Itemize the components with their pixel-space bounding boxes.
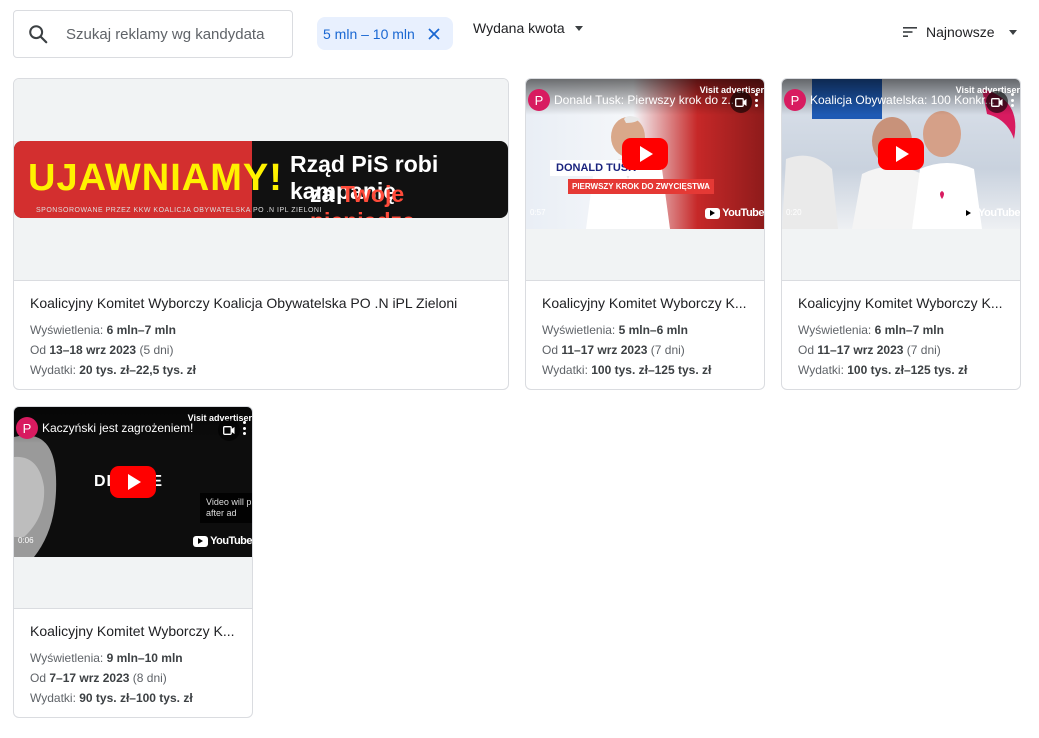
ad-card[interactable]: DONALD TUSK PIERWSZY KROK DO ZWYCIĘSTWA … [525,78,765,390]
youtube-logo[interactable]: YouTube [961,207,1020,219]
ad-banner: UJAWNIAMY! Rząd PiS robi kampanię za Two… [14,141,508,218]
camera-icon[interactable] [986,91,1008,113]
banner-headline: UJAWNIAMY! [28,157,283,199]
ad-info: Koalicyjny Komitet Wyborczy K... Wyświet… [30,623,240,708]
ad-spend: Wydatki: 100 tys. zł–125 tys. zł [798,363,968,377]
ad-dates: Od 11–17 wrz 2023 (7 dni) [798,343,941,357]
ad-video[interactable]: P Koalicja Obywatelska: 100 Konkr... Vis… [782,79,1020,281]
ad-title[interactable]: Koalicyjny Komitet Wyborczy Koalicja Oby… [30,295,496,311]
banner-line2: za Twoje pieniądze [310,181,415,218]
video-title[interactable]: Koalicja Obywatelska: 100 Konkr... [810,93,994,107]
spend-dropdown-label: Wydana kwota [473,20,565,36]
filter-chip-range[interactable]: 5 mln – 10 mln [317,17,453,50]
ad-views: Wyświetlenia: 9 mln–10 mln [30,651,183,665]
sort-icon [903,24,917,40]
search-box[interactable] [13,10,293,58]
play-button[interactable] [622,138,668,170]
video-title[interactable]: Kaczyński jest zagrożeniem! [42,421,226,435]
ad-title[interactable]: Koalicyjny Komitet Wyborczy K... [542,295,752,311]
ad-info: Koalicyjny Komitet Wyborczy K... Wyświet… [542,295,752,380]
channel-avatar[interactable]: P [16,417,38,439]
ad-spend: Wydatki: 100 tys. zł–125 tys. zł [542,363,712,377]
ad-video[interactable]: DL BIE Video will playafter ad P Kaczyńs… [14,407,252,609]
video-time: 0:57 [530,208,546,217]
ad-dates: Od 11–17 wrz 2023 (7 dni) [542,343,685,357]
more-vert-icon[interactable] [1011,93,1014,107]
ad-dates: Od 13–18 wrz 2023 (5 dni) [30,343,174,357]
ad-title[interactable]: Koalicyjny Komitet Wyborczy K... [30,623,240,639]
chevron-down-icon [574,25,583,31]
filter-chip-label: 5 mln – 10 mln [323,25,415,42]
ad-info: Koalicyjny Komitet Wyborczy Koalicja Oby… [30,295,496,380]
video-player[interactable]: DL BIE Video will playafter ad P Kaczyńs… [14,407,252,557]
sort-dropdown[interactable]: Najnowsze [903,24,1018,40]
caption-subtitle: PIERWSZY KROK DO ZWYCIĘSTWA [568,179,714,194]
channel-avatar[interactable]: P [784,89,806,111]
ad-spend: Wydatki: 20 tys. zł–22,5 tys. zł [30,363,196,377]
ad-spend: Wydatki: 90 tys. zł–100 tys. zł [30,691,193,705]
ad-info: Koalicyjny Komitet Wyborczy K... Wyświet… [798,295,1008,380]
video-title[interactable]: Donald Tusk: Pierwszy krok do z... [554,93,738,107]
camera-icon[interactable] [218,419,240,441]
camera-icon[interactable] [730,91,752,113]
ad-card[interactable]: DL BIE Video will playafter ad P Kaczyńs… [13,406,253,718]
ad-card[interactable]: UJAWNIAMY! Rząd PiS robi kampanię za Two… [13,78,509,390]
more-vert-icon[interactable] [243,421,246,435]
youtube-logo[interactable]: YouTube [705,207,764,219]
ad-video[interactable]: DONALD TUSK PIERWSZY KROK DO ZWYCIĘSTWA … [526,79,764,281]
chevron-down-icon [1009,29,1018,35]
ad-image[interactable]: UJAWNIAMY! Rząd PiS robi kampanię za Two… [14,79,508,281]
skip-ad-box: Video will playafter ad [200,493,252,523]
video-player[interactable]: DONALD TUSK PIERWSZY KROK DO ZWYCIĘSTWA … [526,79,764,229]
play-button[interactable] [878,138,924,170]
more-vert-icon[interactable] [755,93,758,107]
video-time: 0:06 [18,536,34,545]
sort-label: Najnowsze [926,24,995,40]
ad-views: Wyświetlenia: 6 mln–7 mln [798,323,944,337]
play-button[interactable] [110,466,156,498]
spend-dropdown[interactable]: Wydana kwota [473,18,583,38]
banner-sponsor: SPONSOROWANE PRZEZ KKW KOALICJA OBYWATEL… [36,207,322,214]
video-player[interactable]: P Koalicja Obywatelska: 100 Konkr... Vis… [782,79,1020,229]
ad-card[interactable]: P Koalicja Obywatelska: 100 Konkr... Vis… [781,78,1021,390]
ad-views: Wyświetlenia: 6 mln–7 mln [30,323,176,337]
youtube-logo[interactable]: YouTube [193,535,252,547]
channel-avatar[interactable]: P [528,89,550,111]
search-icon[interactable] [14,10,62,58]
ad-dates: Od 7–17 wrz 2023 (8 dni) [30,671,167,685]
ad-title[interactable]: Koalicyjny Komitet Wyborczy K... [798,295,1008,311]
ad-views: Wyświetlenia: 5 mln–6 mln [542,323,688,337]
video-time: 0:20 [786,208,802,217]
search-input[interactable] [66,25,286,43]
close-icon[interactable] [425,25,443,43]
